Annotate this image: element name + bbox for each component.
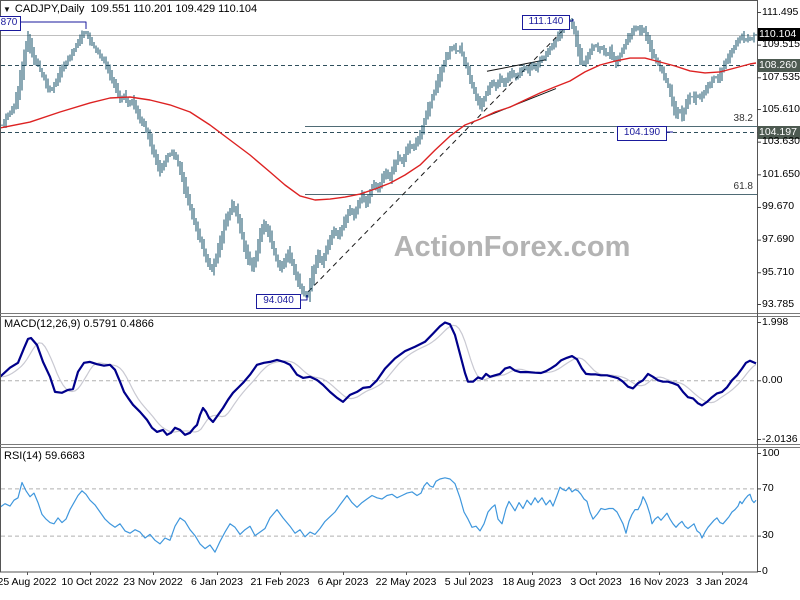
date-axis-label: 6 Jan 2023: [191, 576, 243, 588]
fib-label-61.8: 61.8: [733, 180, 753, 192]
date-axis-label: 16 Nov 2023: [629, 576, 689, 588]
price-axis-label: 101.650: [762, 167, 800, 180]
price-axis-label: 95.710: [762, 265, 795, 278]
price-axis-label: 107.535: [762, 70, 800, 83]
macd-indicator-label: MACD(12,26,9) 0.5791 0.4866: [4, 318, 154, 330]
price-axis-label: 103.630: [762, 135, 800, 148]
watermark: ActionForex.com: [393, 231, 631, 263]
price-axis-label: 97.690: [762, 233, 795, 246]
dropdown-arrow-icon[interactable]: ▼: [3, 5, 11, 14]
date-axis-label: 5 Jul 2023: [444, 576, 494, 588]
rsi-axis-label: 0: [762, 564, 768, 577]
annotation-connector: [19, 21, 87, 29]
date-axis-label: 3 Oct 2023: [570, 576, 622, 588]
price-axis-label: 99.670: [762, 200, 795, 213]
date-axis-label: 6 Apr 2023: [317, 576, 369, 588]
date-axis-label: 3 Jan 2024: [696, 576, 748, 588]
macd-axis-label: -2.0136: [762, 432, 798, 445]
price-annotation-box[interactable]: 111.140: [522, 15, 570, 30]
channel-line-0: [486, 59, 547, 72]
date-axis-label: 25 Aug 2022: [0, 576, 57, 588]
symbol-ohlc-line: ▼ CADJPY,Daily 109.551 110.201 109.429 11…: [3, 3, 257, 15]
chart-canvas[interactable]: [0, 0, 800, 600]
macd-main-line: [0, 321, 757, 436]
macd-axis-label: 1.998: [762, 315, 789, 328]
price-annotation-box[interactable]: 870: [0, 16, 21, 31]
candlesticks: [1, 16, 757, 303]
date-axis-label: 21 Feb 2023: [250, 576, 310, 588]
price-axis-label: 109.515: [762, 38, 800, 51]
price-axis-label: 111.495: [762, 5, 799, 18]
rsi-indicator-label: RSI(14) 59.6683: [4, 450, 85, 462]
price-axis-label: 105.610: [762, 102, 800, 115]
price-annotation-box[interactable]: 94.040: [256, 294, 301, 309]
rsi-axis-label: 100: [762, 446, 780, 459]
date-axis-label: 10 Oct 2022: [61, 576, 119, 588]
rsi-axis-label: 30: [762, 529, 774, 542]
macd-axis-label: 0.00: [762, 373, 783, 386]
symbol-label: CADJPY,Daily: [14, 3, 85, 15]
fib-label-38.2: 38.2: [733, 113, 753, 124]
ohlc-values: 109.551 110.201 109.429 110.104: [90, 3, 258, 15]
mt4-chart-window: ▼ CADJPY,Daily 109.551 110.201 109.429 11…: [0, 0, 800, 600]
price-annotation-box[interactable]: 104.190: [617, 126, 667, 141]
date-axis-label: 23 Nov 2022: [123, 576, 183, 588]
price-axis-label: 93.785: [762, 297, 795, 310]
date-axis-label: 22 May 2023: [375, 576, 437, 588]
date-axis-label: 18 Aug 2023: [502, 576, 562, 588]
rsi-axis-label: 70: [762, 481, 774, 494]
